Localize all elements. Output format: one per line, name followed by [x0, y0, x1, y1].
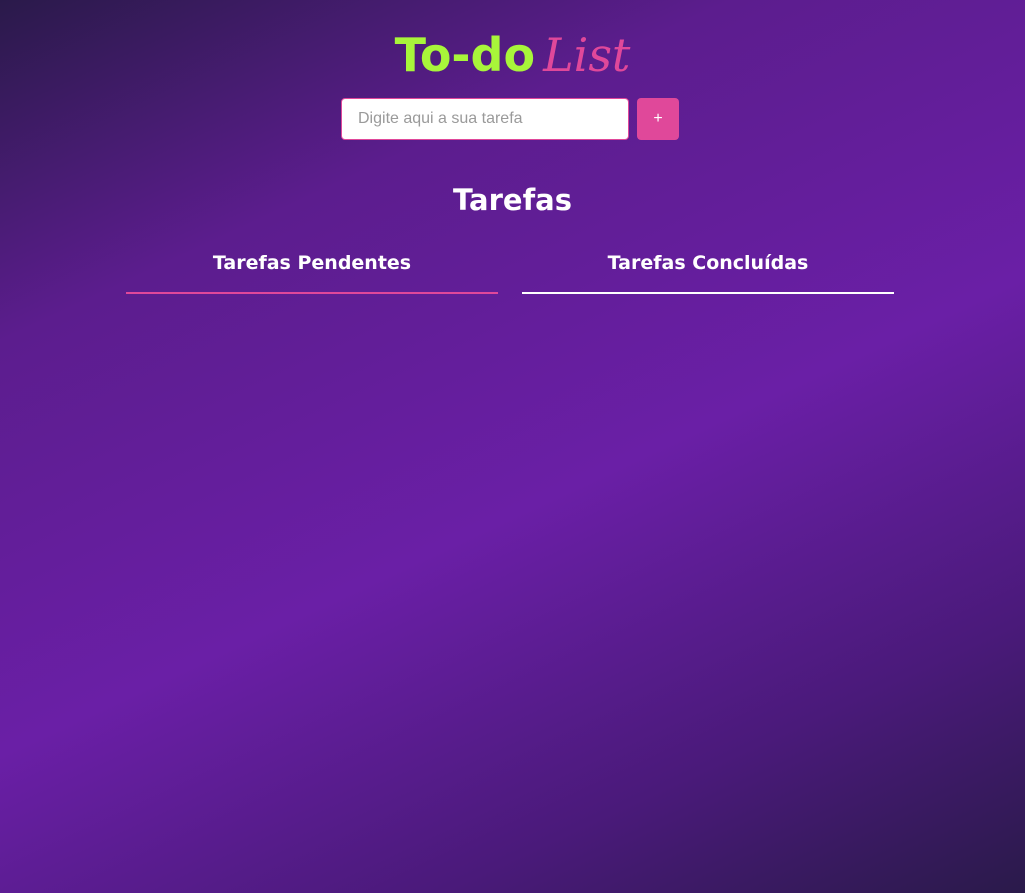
app-title: To-do List: [0, 28, 1025, 82]
title-list: List: [543, 28, 631, 82]
tab-completed-tasks[interactable]: Tarefas Concluídas: [522, 248, 894, 294]
task-input[interactable]: [341, 98, 629, 140]
task-tabs: Tarefas Pendentes Tarefas Concluídas: [126, 248, 894, 296]
app-page: To-doList + Tarefas Tarefas Pendentes Ta…: [0, 0, 1025, 893]
add-task-button[interactable]: +: [637, 98, 679, 140]
section-title: Tarefas: [452, 183, 573, 217]
task-form: +: [341, 98, 681, 140]
tab-pending-tasks[interactable]: Tarefas Pendentes: [126, 248, 498, 294]
title-todo: To-do: [394, 28, 536, 82]
